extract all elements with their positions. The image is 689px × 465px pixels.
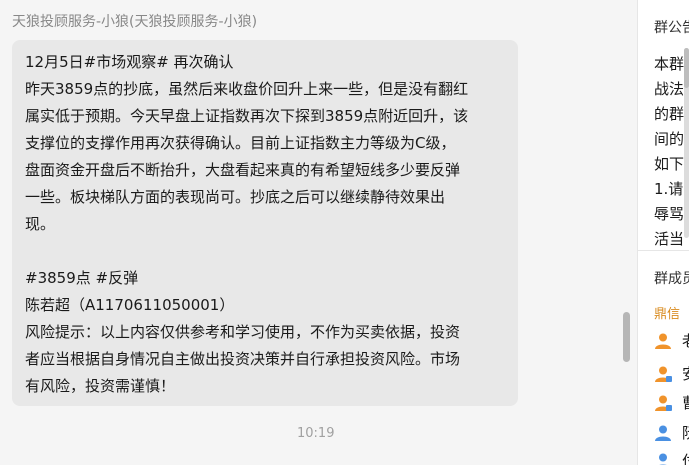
message-line: 现。: [25, 215, 56, 233]
member-name: 阮: [682, 422, 689, 443]
group-info-panel: 群公告 本群为 战法 的群 间的 如下 1.请 辱骂 活当 群成员 鼎信 老: [637, 0, 689, 465]
user-icon: [659, 453, 667, 465]
message-bubble[interactable]: 12月5日#市场观察# 再次确认 昨天3859点的抄底，虽然后来收盘价回升上来一…: [12, 40, 518, 406]
panel-divider: [638, 250, 689, 251]
message-line: 属实低于预期。今天早盘上证指数再次下探到3859点附近回升，该: [25, 107, 469, 125]
chat-window: 天狼投顾服务-小狼(天狼投顾服务-小狼) 12月5日#市场观察# 再次确认 昨天…: [0, 0, 689, 465]
announcement-title: 群公告: [654, 20, 689, 36]
announcement-scrollbar-thumb[interactable]: [684, 48, 689, 88]
message-line: 风险提示：以上内容仅供参考和学习使用，不作为买卖依据，投资: [25, 323, 461, 341]
user-icon: [655, 395, 672, 411]
member-name: 付: [682, 450, 689, 465]
member-name: 老: [682, 330, 689, 351]
chat-scrollbar-thumb[interactable]: [623, 312, 630, 362]
message-timestamp: 10:19: [297, 426, 335, 441]
message-line: 有风险，投资需谨慎！: [25, 377, 176, 395]
chat-pane: 天狼投顾服务-小狼(天狼投顾服务-小狼) 12月5日#市场观察# 再次确认 昨天…: [0, 0, 637, 465]
members-title: 群成员: [654, 271, 689, 287]
message-line: 12月5日#市场观察# 再次确认: [25, 53, 234, 71]
message-line: 者应当根据自身情况自主做出投资决策并自行承担投资风险。市场: [25, 350, 461, 368]
message-line: 昨天3859点的抄底，虽然后来收盘价回升上来一些，但是没有翻红: [25, 80, 469, 98]
user-icon: [655, 425, 671, 441]
message-line: 支撑位的支撑作用再次获得确认。目前上证指数主力等级为C级，: [25, 134, 456, 152]
member-name: 安: [682, 363, 689, 384]
member-name: 曹: [682, 392, 689, 413]
message-line: #3859点 #反弹: [25, 269, 139, 287]
member-group-name: 鼎信: [654, 307, 681, 322]
message-line: 陈若超（A1170611050001）: [25, 296, 235, 314]
user-icon: [655, 333, 671, 349]
user-icon: [655, 366, 672, 382]
message-line: 一些。板块梯队方面的表现尚可。抄底之后可以继续静待效果出: [25, 188, 446, 206]
sender-name: 天狼投顾服务-小狼(天狼投顾服务-小狼): [12, 14, 258, 30]
message-line: 盘面资金开盘后不断抬升，大盘看起来真的有希望短线多少要反弹: [25, 161, 461, 179]
